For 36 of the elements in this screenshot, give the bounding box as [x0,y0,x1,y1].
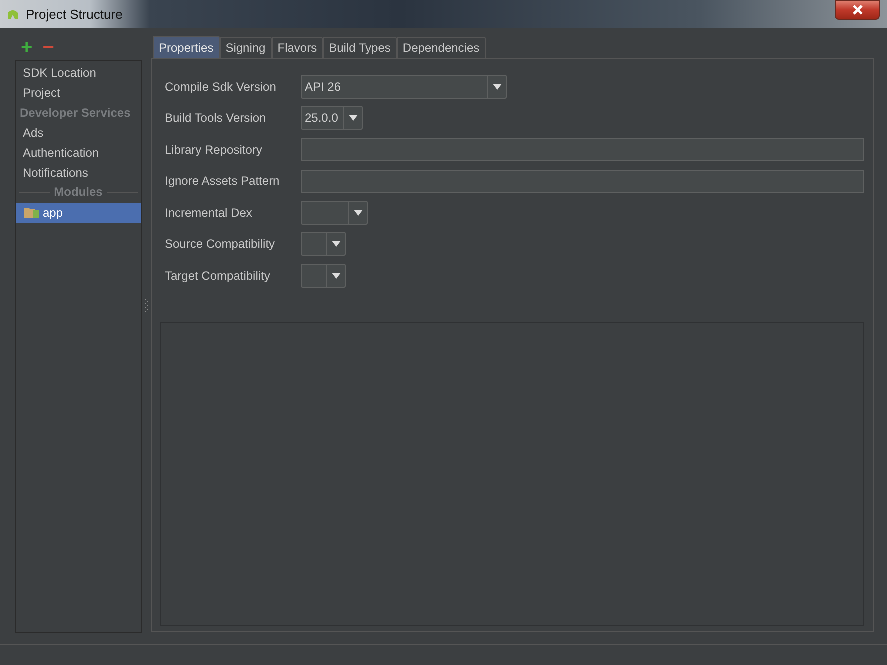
tab[interactable]: Properties [153,36,220,58]
caret-icon [354,210,362,216]
caret-icon [492,84,502,90]
field-label: Library Repository [165,142,264,157]
field-label: Compile Sdk Version [165,80,278,94]
dropdown[interactable]: 25.0.0 [301,106,363,130]
dropdown[interactable]: API 26 [301,74,507,99]
sidebar-item[interactable]: Project [16,83,141,103]
sidebar-item[interactable]: Ads [16,123,141,143]
close-button[interactable] [835,0,880,20]
tab[interactable]: Dependencies [396,37,486,58]
dropdown[interactable] [301,264,346,288]
tab[interactable]: Signing [220,37,272,58]
window-title: Project Structure [26,6,123,22]
caret-icon [348,115,358,122]
caret-icon [332,241,340,248]
tab[interactable]: Flavors [272,37,324,58]
input-field[interactable] [301,170,864,193]
sidebar-item[interactable]: Authentication [16,143,141,163]
section-header: Developer Services [19,105,132,122]
section-header: Modules [54,185,103,199]
field-label: Build Tools Version [165,111,268,126]
field-label: Incremental Dex [165,206,254,220]
tab[interactable]: Build Types [323,37,397,58]
close-icon [852,5,864,15]
field-label: Source Compatibility [165,237,276,252]
sidebar-item[interactable]: Notifications [16,163,141,183]
sidebar-item[interactable]: SDK Location [16,63,141,83]
caret-icon [332,272,340,279]
field-label: Ignore Assets Pattern [165,174,281,188]
add-button[interactable]: + [19,38,35,58]
module-item[interactable]: app [16,203,141,223]
field-label: Target Compatibility [165,268,272,283]
folder-icon [24,207,40,219]
input-field[interactable] [301,138,864,162]
dropdown[interactable] [301,232,346,256]
